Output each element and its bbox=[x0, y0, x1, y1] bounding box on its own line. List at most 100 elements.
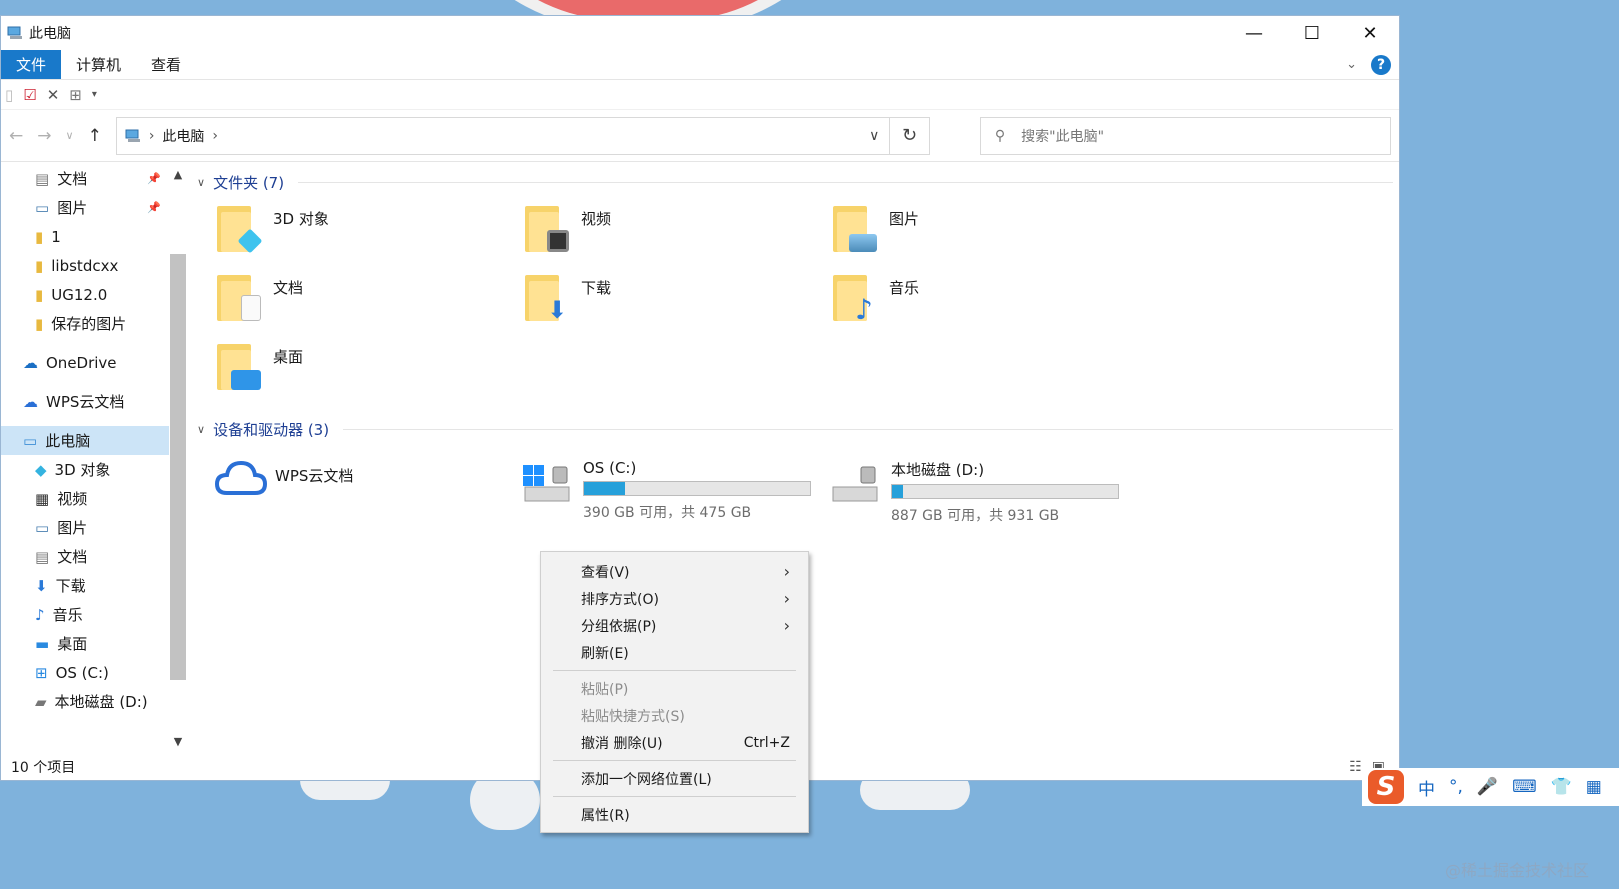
properties-icon[interactable]: ▯ bbox=[5, 86, 13, 104]
submenu-arrow-icon: › bbox=[783, 562, 790, 581]
menu-item-undo-delete[interactable]: 撤消 删除(U) Ctrl+Z bbox=[541, 729, 808, 756]
folder-videos[interactable]: 视频 bbox=[525, 202, 833, 271]
menu-separator bbox=[553, 760, 796, 761]
folder-picture-icon bbox=[833, 202, 877, 252]
sidebar-item-drive-d[interactable]: ▰ 本地磁盘 (D:) bbox=[1, 687, 169, 716]
sidebar-item-3d-objects[interactable]: ◆ 3D 对象 bbox=[1, 455, 169, 484]
drive-d[interactable]: 本地磁盘 (D:) 887 GB 可用，共 931 GB bbox=[829, 453, 1137, 525]
microphone-icon[interactable]: 🎤 bbox=[1477, 777, 1498, 797]
sidebar-item-documents-pc[interactable]: ▤ 文档 bbox=[1, 542, 169, 571]
desktop-icon: ▬ bbox=[35, 634, 50, 653]
folder-document-icon bbox=[217, 271, 261, 321]
address-dropdown-icon[interactable]: ∨ bbox=[859, 128, 889, 144]
address-bar[interactable]: › 此电脑 › ∨ bbox=[115, 116, 891, 155]
folder-video-icon bbox=[525, 202, 569, 252]
chevron-down-icon[interactable]: ∨ bbox=[197, 176, 205, 189]
breadcrumb-this-pc[interactable]: 此电脑 bbox=[162, 126, 204, 146]
item-count: 10 个项目 bbox=[11, 760, 76, 776]
drive-c-usage-bar bbox=[583, 481, 811, 496]
skin-shirt-icon[interactable]: 👕 bbox=[1551, 777, 1572, 797]
help-button[interactable]: ? bbox=[1371, 54, 1391, 75]
folder-pictures[interactable]: 图片 bbox=[833, 202, 1141, 271]
folder-icon: ▮ bbox=[35, 227, 44, 246]
drives-section-header[interactable]: ∨ 设备和驱动器 (3) bbox=[197, 415, 1399, 443]
sogou-logo-icon[interactable]: S bbox=[1368, 770, 1404, 804]
sidebar-item-this-pc[interactable]: ▭ 此电脑 bbox=[1, 426, 169, 455]
folders-section-header[interactable]: ∨ 文件夹 (7) bbox=[197, 168, 1399, 196]
pin-icon[interactable]: 📌 bbox=[147, 201, 161, 214]
tab-file[interactable]: 文件 bbox=[1, 50, 62, 79]
maximize-button[interactable]: ☐ bbox=[1283, 16, 1341, 50]
picture-icon: ▭ bbox=[35, 198, 50, 217]
sidebar-item-videos[interactable]: ▦ 视频 bbox=[1, 484, 169, 513]
menu-item-add-network-location[interactable]: 添加一个网络位置(L) bbox=[541, 765, 808, 792]
sidebar-item-ug12[interactable]: ▮ UG12.0 bbox=[1, 280, 169, 309]
breadcrumb-chevron-icon[interactable]: › bbox=[212, 128, 218, 144]
drive-wps-cloud[interactable]: WPS云文档 bbox=[213, 453, 521, 525]
minimize-button[interactable]: — bbox=[1225, 16, 1283, 50]
delete-icon[interactable]: ✕ bbox=[47, 86, 60, 104]
cloud-icon: ☁ bbox=[23, 353, 38, 372]
watermark: @稀土掘金技术社区 bbox=[1444, 861, 1589, 880]
menu-item-group-by[interactable]: 分组依据(P) › bbox=[541, 612, 808, 639]
up-arrow-icon[interactable]: ↑ bbox=[88, 126, 102, 146]
folder-3d-objects[interactable]: 3D 对象 bbox=[217, 202, 525, 271]
context-menu: 查看(V) › 排序方式(O) › 分组依据(P) › 刷新(E) 粘贴(P) 粘贴快… bbox=[540, 551, 809, 833]
details-view-icon[interactable]: ☷ bbox=[1349, 759, 1362, 775]
search-placeholder: 搜索"此电脑" bbox=[1021, 128, 1105, 145]
document-icon: ▤ bbox=[35, 547, 50, 566]
refresh-button[interactable]: ↻ bbox=[890, 116, 930, 155]
sidebar-item-music[interactable]: ♪ 音乐 bbox=[1, 600, 169, 629]
sidebar-item-pictures-pc[interactable]: ▭ 图片 bbox=[1, 513, 169, 542]
search-input[interactable]: ⚲ 搜索"此电脑" bbox=[979, 116, 1391, 155]
ime-punctuation-toggle[interactable]: °, bbox=[1449, 777, 1463, 797]
sidebar-item-documents[interactable]: ▤ 文档 📌 bbox=[1, 164, 169, 193]
scroll-up-icon[interactable]: ▲ bbox=[169, 168, 187, 181]
check-icon[interactable]: ☑ bbox=[23, 86, 36, 104]
submenu-arrow-icon: › bbox=[783, 589, 790, 608]
sidebar-item-libstdcxx[interactable]: ▮ libstdcxx bbox=[1, 251, 169, 280]
menu-item-refresh[interactable]: 刷新(E) bbox=[541, 639, 808, 666]
breadcrumb-chevron-icon[interactable]: › bbox=[149, 128, 155, 144]
folder-icon: ▮ bbox=[35, 314, 44, 333]
sidebar-item-pictures[interactable]: ▭ 图片 📌 bbox=[1, 193, 169, 222]
section-divider bbox=[298, 181, 1393, 183]
menu-item-view[interactable]: 查看(V) › bbox=[541, 558, 808, 585]
sidebar-item-drive-c[interactable]: ⊞ OS (C:) bbox=[1, 658, 169, 687]
keyboard-icon[interactable]: ⌨ bbox=[1512, 777, 1537, 797]
sidebar-item-onedrive[interactable]: ☁ OneDrive bbox=[1, 348, 169, 377]
folder-music[interactable]: ♪ 音乐 bbox=[833, 271, 1141, 340]
menu-item-properties[interactable]: 属性(R) bbox=[541, 801, 808, 828]
folder-icon: ▮ bbox=[35, 256, 44, 275]
sidebar-item-downloads[interactable]: ⬇ 下载 bbox=[1, 571, 169, 600]
scroll-down-icon[interactable]: ▼ bbox=[169, 735, 187, 748]
title-bar[interactable]: 此电脑 — ☐ ✕ bbox=[1, 16, 1399, 50]
sidebar-item-desktop[interactable]: ▬ 桌面 bbox=[1, 629, 169, 658]
rename-icon[interactable]: ⊞ bbox=[69, 86, 82, 104]
expand-ribbon-icon[interactable]: ⌄ bbox=[1346, 57, 1357, 72]
folder-documents[interactable]: 文档 bbox=[217, 271, 525, 340]
chevron-down-icon[interactable]: ∨ bbox=[197, 423, 205, 436]
ime-mode-toggle[interactable]: 中 bbox=[1418, 775, 1435, 800]
sidebar-item-saved-pictures[interactable]: ▮ 保存的图片 bbox=[1, 309, 169, 338]
menu-item-sort-by[interactable]: 排序方式(O) › bbox=[541, 585, 808, 612]
hard-drive-icon: ▰ bbox=[35, 692, 47, 711]
pin-icon[interactable]: 📌 bbox=[147, 172, 161, 185]
toolbox-grid-icon[interactable]: ▦ bbox=[1586, 777, 1602, 797]
scrollbar-thumb[interactable] bbox=[170, 254, 186, 680]
drive-c[interactable]: OS (C:) 390 GB 可用，共 475 GB bbox=[521, 453, 829, 525]
section-divider bbox=[343, 428, 1393, 430]
sidebar-item-wps[interactable]: ☁ WPS云文档 bbox=[1, 387, 169, 416]
sidebar-item-folder-1[interactable]: ▮ 1 bbox=[1, 222, 169, 251]
close-button[interactable]: ✕ bbox=[1341, 16, 1399, 50]
customize-toolbar-icon[interactable]: ▾ bbox=[92, 89, 97, 100]
folder-downloads[interactable]: ⬇ 下载 bbox=[525, 271, 833, 340]
folder-desktop[interactable]: 桌面 bbox=[217, 340, 525, 409]
tab-computer[interactable]: 计算机 bbox=[61, 50, 136, 79]
this-pc-icon bbox=[125, 129, 140, 142]
tab-view[interactable]: 查看 bbox=[136, 50, 196, 79]
recent-chevron-icon[interactable]: ∨ bbox=[66, 129, 74, 142]
back-arrow-icon[interactable]: ← bbox=[9, 126, 23, 146]
sidebar-scrollbar[interactable]: ▲ ▼ bbox=[169, 164, 187, 754]
forward-arrow-icon[interactable]: → bbox=[37, 126, 51, 146]
